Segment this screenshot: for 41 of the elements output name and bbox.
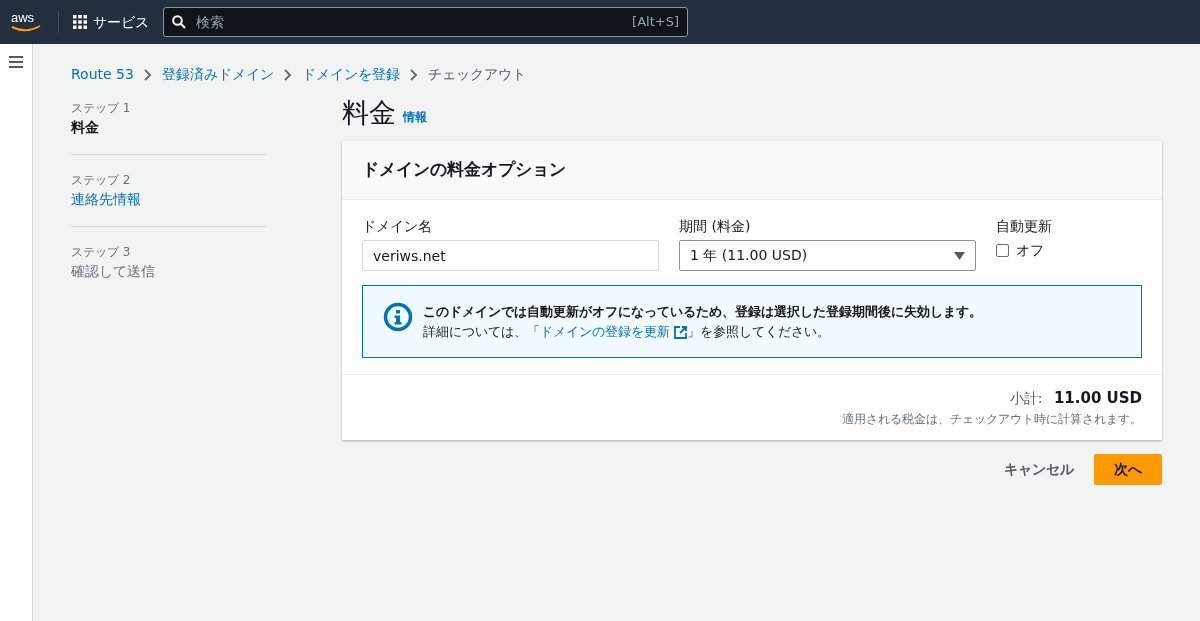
checkbox-label: オフ <box>1016 241 1044 260</box>
search-input[interactable]: 検索 <box>194 10 625 34</box>
alert-text: 詳細については、「ドメインの登録を更新 」を参照してください。 <box>423 322 832 341</box>
external-link-icon <box>674 325 688 339</box>
renew-domain-link[interactable]: ドメインの登録を更新 <box>540 323 688 339</box>
checkbox[interactable] <box>996 244 1009 257</box>
step-label: 料金 <box>71 118 100 137</box>
field-label: 自動更新 <box>996 216 1052 236</box>
subtotal-value: 11.00 USD <box>1053 389 1142 407</box>
grid-icon <box>73 15 87 29</box>
subtotal-label: 小計: <box>1009 390 1043 406</box>
tax-note: 適用される税金は、チェックアウト時に計算されます。 <box>841 410 1142 428</box>
caret-icon <box>954 251 965 260</box>
panel-title: ドメインの料金オプション <box>342 141 1162 200</box>
breadcrumb-link[interactable]: Route 53 <box>71 64 134 85</box>
alert-headline: このドメインでは自動更新がオフになっているため、登録は選択した登録期間後に失効します。 <box>423 303 982 321</box>
breadcrumb-link[interactable]: 登録済みドメイン <box>161 64 274 85</box>
step-caption: ステップ 1 <box>71 100 132 117</box>
breadcrumb-link[interactable]: ドメインを登録 <box>301 64 400 85</box>
page-title: 料金 <box>342 99 396 126</box>
search-icon <box>172 15 186 29</box>
next-button[interactable]: 次へ <box>1094 453 1162 485</box>
chevron-right-icon <box>409 68 418 81</box>
step-link[interactable]: 連絡先情報 <box>71 189 266 210</box>
info-link[interactable]: 情報 <box>403 108 427 126</box>
step-label: 確認して送信 <box>71 262 156 281</box>
field-label: ドメイン名 <box>362 216 433 236</box>
menu-icon[interactable] <box>9 56 23 68</box>
chevron-right-icon <box>143 68 152 81</box>
domain-name-field[interactable]: veriws.net <box>362 240 659 271</box>
chevron-right-icon <box>283 68 292 81</box>
cancel-button[interactable]: キャンセル <box>998 457 1080 481</box>
step-caption: ステップ 2 <box>71 172 132 189</box>
period-dropdown[interactable]: 1 年 (11.00 USD) <box>679 240 976 271</box>
services-button[interactable]: サービス <box>73 11 149 33</box>
breadcrumb-current: チェックアウト <box>427 65 526 84</box>
step-caption: ステップ 3 <box>71 244 132 261</box>
field-label: 期間 (料金) <box>679 216 752 236</box>
shortcut-hint: [Alt+S] <box>632 13 679 32</box>
search-field[interactable]: 検索 [Alt+S] <box>163 7 688 37</box>
info-icon <box>383 302 413 332</box>
